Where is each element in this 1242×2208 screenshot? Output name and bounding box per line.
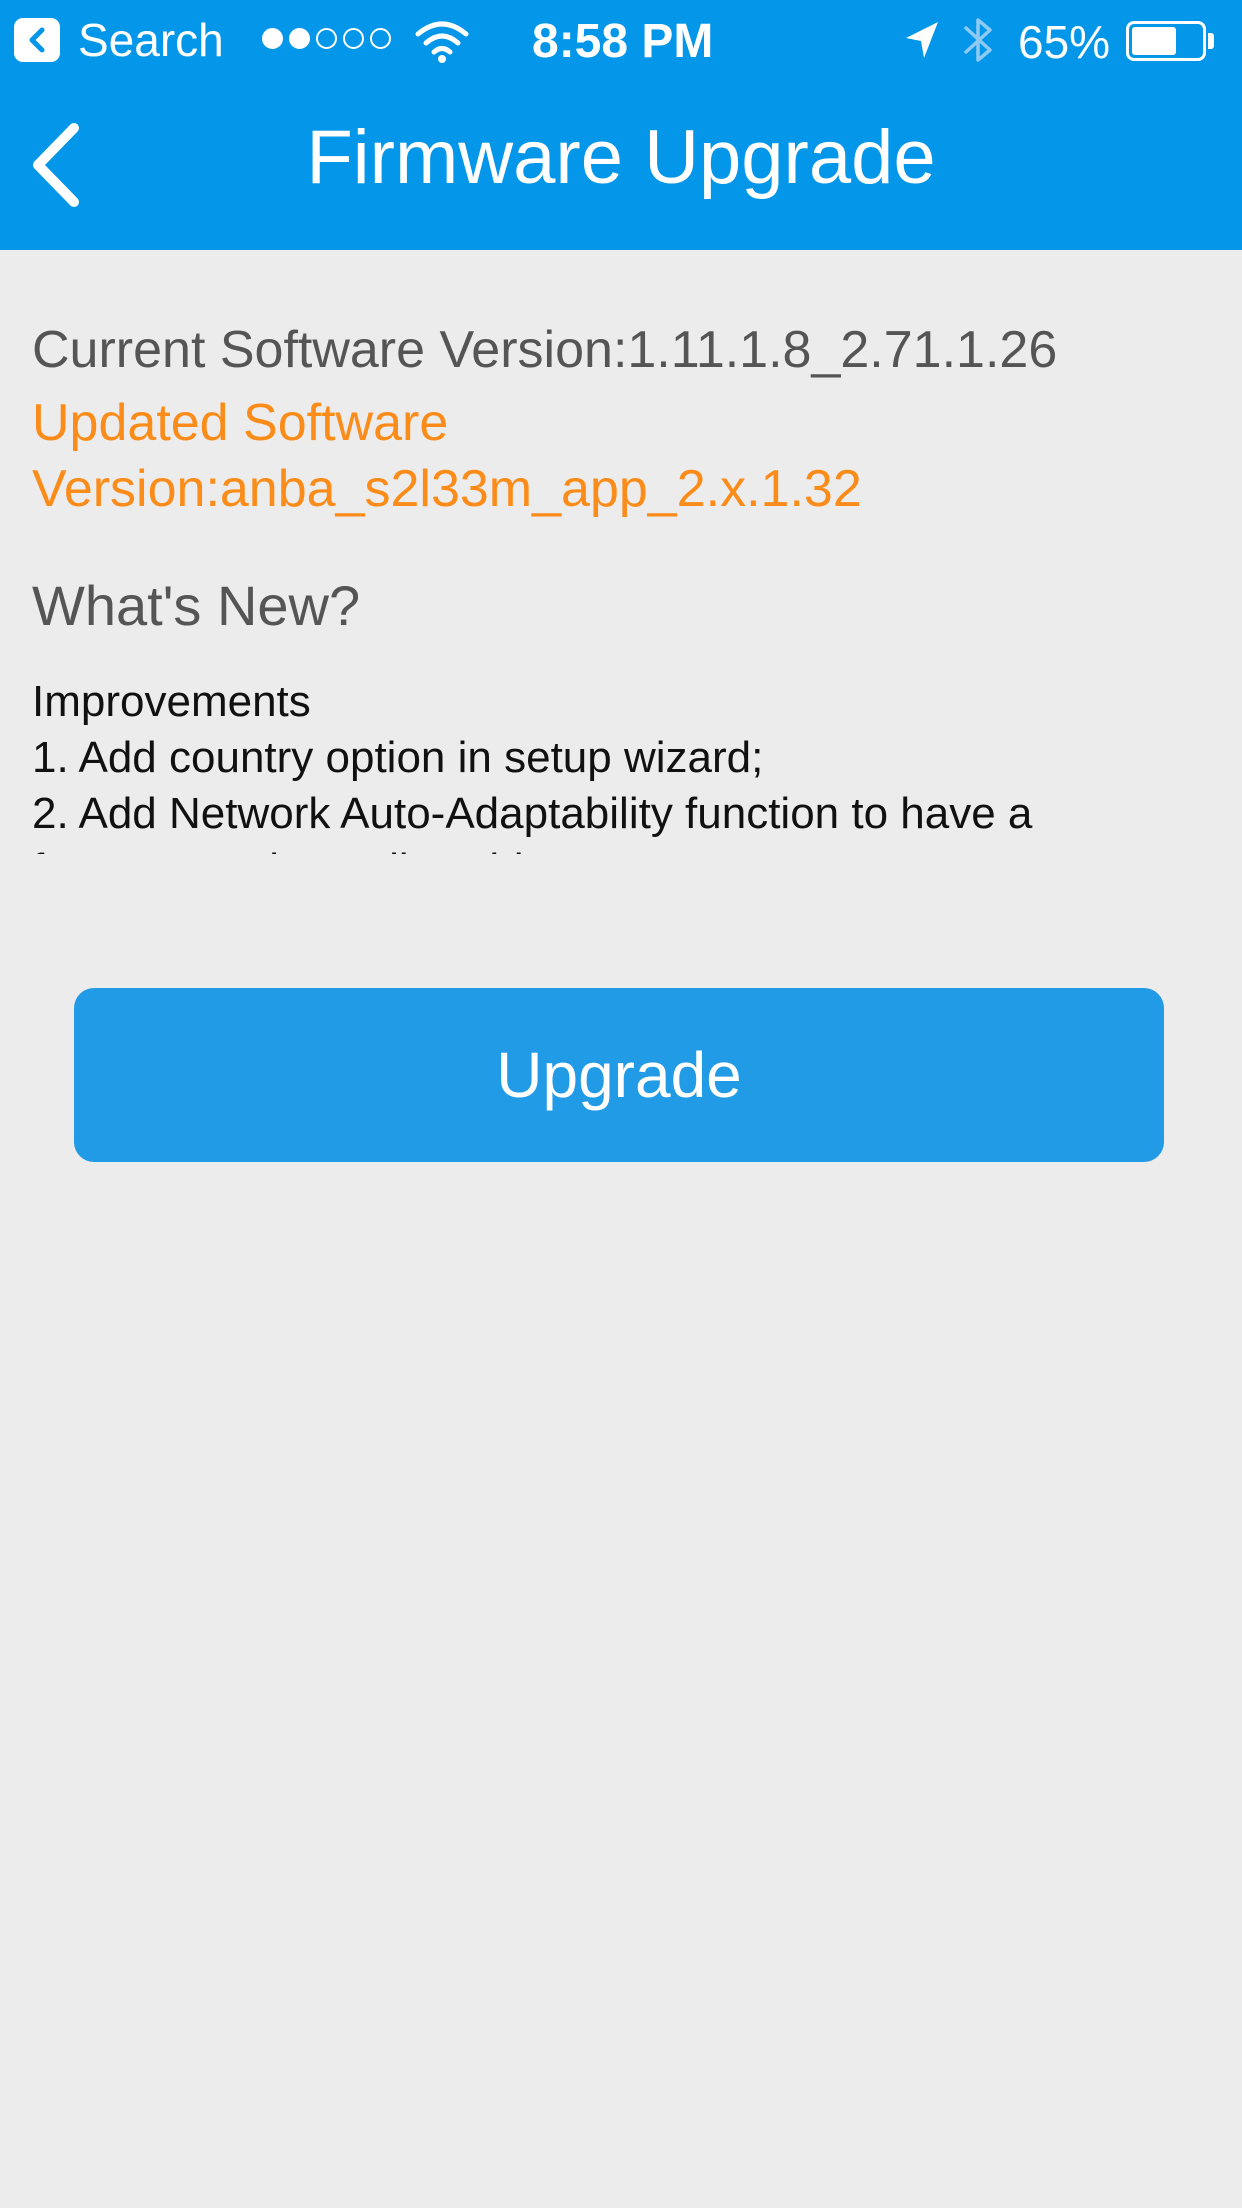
upgrade-button[interactable]: Upgrade: [74, 988, 1164, 1162]
signal-dot: [316, 28, 337, 49]
status-time: 8:58 PM: [532, 15, 714, 68]
release-note-line: fast connecting to live video;: [32, 842, 1212, 854]
release-note-line: Improvements: [32, 677, 311, 726]
release-note-line: 1. Add country option in setup wizard;: [32, 733, 764, 782]
app-header: Search 8:58 PM 65% Firmware Upgrade: [0, 0, 1242, 250]
current-version-text: Current Software Version:1.11.1.8_2.71.1…: [32, 321, 1058, 379]
signal-dot: [343, 28, 364, 49]
location-arrow-icon: [904, 20, 940, 65]
whats-new-heading: What's New?: [32, 574, 361, 637]
cellular-signal-icon: [262, 28, 391, 49]
signal-dot: [370, 28, 391, 49]
back-to-app-label[interactable]: Search: [78, 10, 224, 70]
bluetooth-icon: [962, 14, 996, 71]
back-to-app-icon[interactable]: [14, 18, 60, 62]
firmware-info: Current Software Version:1.11.1.8_2.71.1…: [32, 310, 1212, 854]
signal-dot: [262, 28, 283, 49]
release-notes[interactable]: Improvements 1. Add country option in se…: [32, 674, 1212, 854]
page-title: Firmware Upgrade: [306, 115, 936, 200]
signal-dot: [289, 28, 310, 49]
battery-icon: [1126, 21, 1206, 61]
battery-level-fill: [1132, 27, 1177, 55]
battery-tip: [1208, 33, 1214, 49]
release-note-line: 2. Add Network Auto-Adaptability functio…: [32, 789, 1033, 838]
wifi-icon: [414, 20, 470, 69]
battery-percentage: 65%: [1018, 16, 1111, 68]
status-bar: Search 8:58 PM 65%: [0, 0, 1242, 80]
updated-version-text: Updated Software Version:anba_s2l33m_app…: [32, 394, 862, 518]
